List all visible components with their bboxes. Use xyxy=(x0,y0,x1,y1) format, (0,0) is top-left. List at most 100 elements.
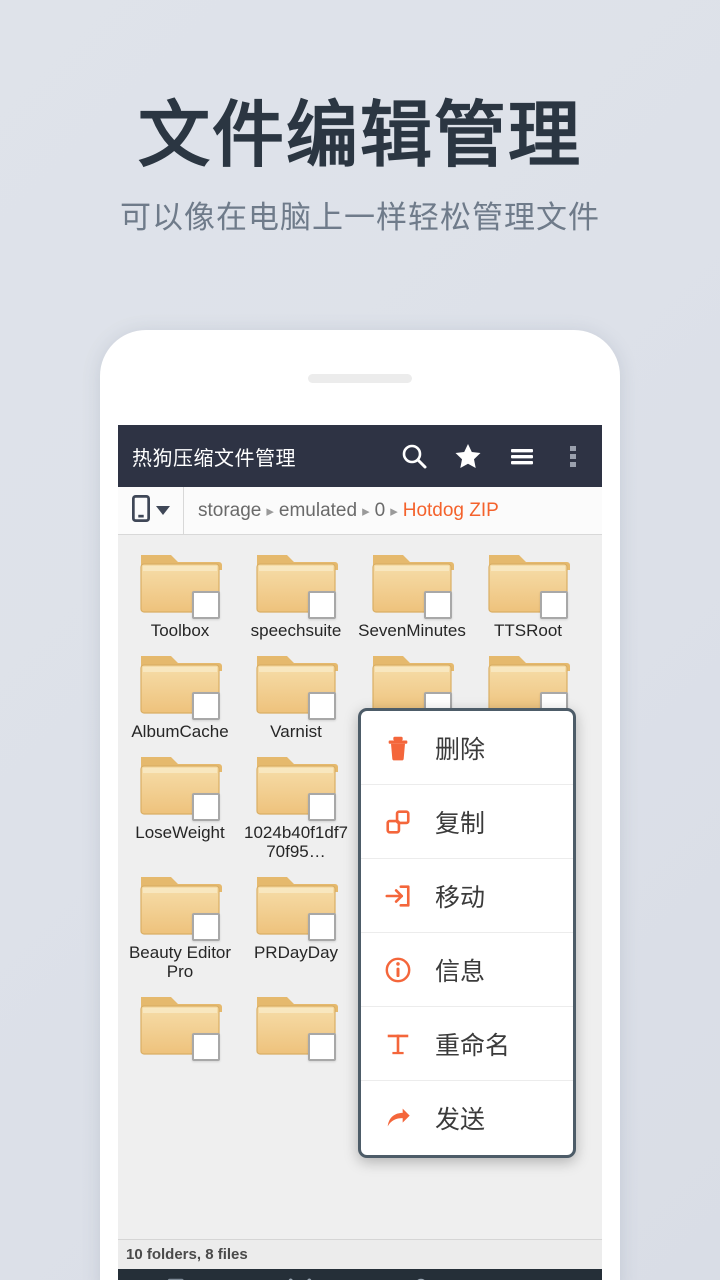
star-icon[interactable] xyxy=(454,442,482,470)
folder-icon xyxy=(137,871,223,942)
chevron-down-icon xyxy=(155,506,170,515)
context-menu-item-label: 删除 xyxy=(435,734,486,764)
file-grid-item[interactable]: Toolbox xyxy=(122,543,238,644)
file-name-label: LoseWeight xyxy=(135,823,225,843)
folder-icon xyxy=(137,991,223,1062)
file-grid-item[interactable]: SevenMinutes xyxy=(354,543,470,644)
context-menu: 删除 复制 移动 信息 重命名 发送 xyxy=(358,708,576,1158)
context-menu-item[interactable]: 复制 xyxy=(361,785,573,859)
app-screen: 热狗压缩文件管理 storage ▸ emulated ▸ 0 ▸ Hotdog… xyxy=(118,425,602,1280)
copy-icon xyxy=(383,807,413,837)
hamburger-icon[interactable] xyxy=(508,442,536,470)
folder-icon xyxy=(369,549,455,619)
bottom-bar-item[interactable]: 选择全部 xyxy=(118,1269,239,1280)
breadcrumb-segment-1[interactable]: emulated xyxy=(279,500,357,522)
item-checkbox[interactable] xyxy=(540,591,568,619)
context-menu-item-label: 移动 xyxy=(435,882,486,912)
context-menu-item-label: 重命名 xyxy=(435,1030,511,1060)
file-name-label: TTSRoot xyxy=(493,621,563,640)
promo-header: 文件编辑管理 可以像在电脑上一样轻松管理文件 xyxy=(0,0,720,237)
app-title: 热狗压缩文件管理 xyxy=(132,445,296,470)
folder-icon xyxy=(253,549,339,619)
breadcrumb-path: storage ▸ emulated ▸ 0 ▸ Hotdog ZIP xyxy=(184,500,499,522)
overflow-menu-icon[interactable] xyxy=(562,442,584,470)
folder-icon xyxy=(253,871,339,942)
search-icon[interactable] xyxy=(400,442,428,470)
breadcrumb-separator: ▸ xyxy=(266,502,274,520)
item-checkbox[interactable] xyxy=(192,692,220,721)
app-bar: 热狗压缩文件管理 xyxy=(118,425,602,487)
item-checkbox[interactable] xyxy=(424,591,452,619)
file-name-label: SevenMinutes xyxy=(358,621,466,640)
file-grid-area: Toolbox speechsuite SevenMinutes TTSRoot… xyxy=(118,535,602,1239)
device-selector[interactable] xyxy=(118,487,184,534)
context-menu-item-label: 复制 xyxy=(435,808,486,838)
bottom-bar-item[interactable]: 菜单 xyxy=(481,1269,602,1280)
app-bar-actions xyxy=(400,442,588,470)
folder-icon xyxy=(253,991,339,1062)
context-menu-item[interactable]: 重命名 xyxy=(361,1007,573,1081)
folder-icon xyxy=(137,751,223,822)
folder-icon xyxy=(253,751,339,822)
trash-icon xyxy=(383,733,413,763)
breadcrumb: storage ▸ emulated ▸ 0 ▸ Hotdog ZIP xyxy=(118,487,602,535)
file-grid-item[interactable]: AlbumCache xyxy=(122,644,238,745)
breadcrumb-separator: ▸ xyxy=(362,502,370,520)
folder-icon xyxy=(253,650,339,721)
item-checkbox[interactable] xyxy=(192,1033,220,1062)
file-grid-item[interactable]: TTSRoot xyxy=(470,543,586,644)
folder-icon xyxy=(137,549,223,619)
rename-text-icon xyxy=(383,1029,413,1059)
bottom-bar-item[interactable]: 压缩包 xyxy=(360,1269,481,1280)
item-checkbox[interactable] xyxy=(308,913,336,942)
context-menu-item[interactable]: 信息 xyxy=(361,933,573,1007)
breadcrumb-separator: ▸ xyxy=(390,502,398,520)
file-name-label: Varnist xyxy=(270,722,322,742)
file-name-label: PRDayDay xyxy=(253,943,339,963)
file-grid-item[interactable]: speechsuite xyxy=(238,543,354,644)
info-icon xyxy=(383,955,413,985)
file-grid-item[interactable]: LoseWeight xyxy=(122,745,238,865)
close-icon xyxy=(285,1275,315,1280)
file-grid-item[interactable] xyxy=(238,985,354,1067)
file-name-label: Toolbox xyxy=(150,621,210,640)
file-name-label: Beauty Editor Pro xyxy=(128,943,232,982)
item-checkbox[interactable] xyxy=(308,692,336,721)
item-checkbox[interactable] xyxy=(308,591,336,619)
page-subtitle: 可以像在电脑上一样轻松管理文件 xyxy=(120,199,600,236)
send-arrow-icon xyxy=(383,1103,413,1133)
bottom-action-bar: 选择全部 取消 压缩包 菜单 xyxy=(118,1269,602,1280)
status-bar: 10 folders, 8 files xyxy=(118,1239,602,1269)
context-menu-item-label: 信息 xyxy=(435,956,486,986)
folder-icon xyxy=(485,549,571,619)
breadcrumb-current[interactable]: Hotdog ZIP xyxy=(403,500,499,522)
status-text: 10 folders, 8 files xyxy=(126,1246,248,1263)
file-name-label: 1024b40f1df770f95… xyxy=(244,823,348,862)
phone-speaker xyxy=(308,374,412,383)
menu-bars-icon xyxy=(527,1275,557,1280)
bottom-bar-item[interactable]: 取消 xyxy=(239,1269,360,1280)
file-grid-item[interactable] xyxy=(122,985,238,1067)
item-checkbox[interactable] xyxy=(192,591,220,619)
file-name-label: AlbumCache xyxy=(131,722,229,742)
item-checkbox[interactable] xyxy=(308,793,336,822)
item-checkbox[interactable] xyxy=(192,793,220,822)
file-grid-item[interactable]: Beauty Editor Pro xyxy=(122,865,238,985)
file-grid-item[interactable]: Varnist xyxy=(238,644,354,745)
context-menu-item[interactable]: 删除 xyxy=(361,711,573,785)
item-checkbox[interactable] xyxy=(192,913,220,942)
select-all-icon xyxy=(164,1275,194,1280)
archive-icon xyxy=(406,1275,436,1280)
phone-mockup: 热狗压缩文件管理 storage ▸ emulated ▸ 0 ▸ Hotdog… xyxy=(100,330,620,1280)
file-grid-item[interactable]: 1024b40f1df770f95… xyxy=(238,745,354,865)
breadcrumb-segment-0[interactable]: storage xyxy=(198,500,261,522)
file-grid-item[interactable]: PRDayDay xyxy=(238,865,354,985)
phone-icon xyxy=(131,494,150,527)
breadcrumb-segment-2[interactable]: 0 xyxy=(375,500,386,522)
file-name-label: speechsuite xyxy=(250,621,342,640)
context-menu-item[interactable]: 移动 xyxy=(361,859,573,933)
page-title: 文件编辑管理 xyxy=(137,93,582,177)
move-icon xyxy=(383,881,413,911)
context-menu-item[interactable]: 发送 xyxy=(361,1081,573,1155)
item-checkbox[interactable] xyxy=(308,1033,336,1062)
